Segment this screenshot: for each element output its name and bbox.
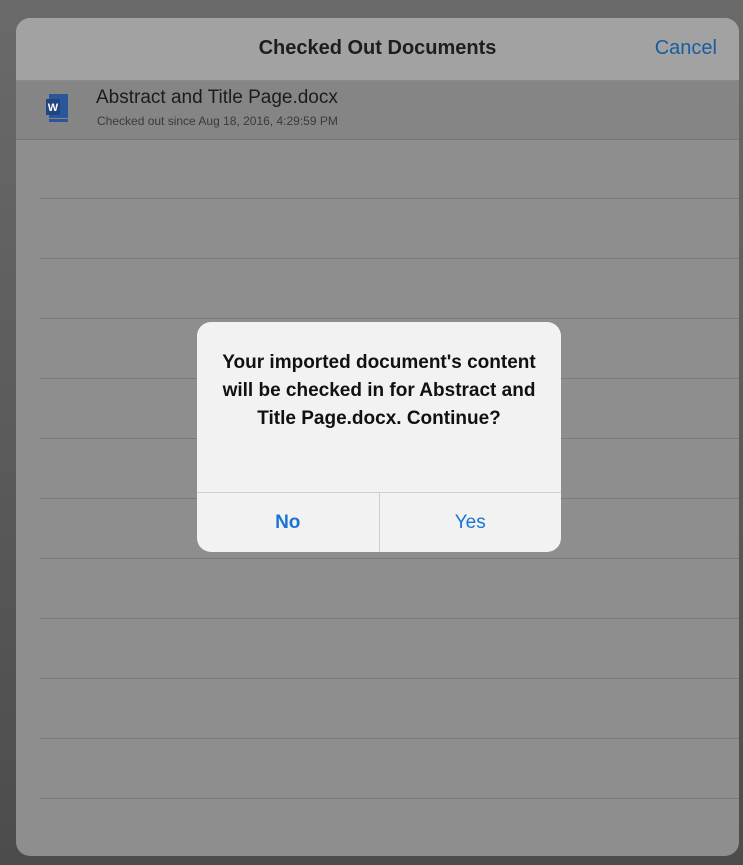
document-name: Abstract and Title Page.docx bbox=[96, 87, 338, 108]
list-item bbox=[40, 199, 739, 259]
document-checkout-time: Checked out since Aug 18, 2016, 4:29:59 … bbox=[97, 114, 338, 128]
word-document-icon: W bbox=[46, 94, 68, 122]
no-button[interactable]: No bbox=[197, 493, 380, 552]
list-item bbox=[40, 259, 739, 319]
list-item bbox=[40, 619, 739, 679]
list-item bbox=[40, 559, 739, 619]
navigation-bar: Checked Out Documents Cancel bbox=[16, 18, 739, 81]
svg-text:W: W bbox=[48, 102, 59, 114]
document-row[interactable]: W Abstract and Title Page.docx Checked o… bbox=[16, 81, 739, 140]
yes-button[interactable]: Yes bbox=[380, 493, 562, 552]
alert-message: Your imported document's content will be… bbox=[222, 352, 536, 429]
cancel-button[interactable]: Cancel bbox=[655, 37, 717, 60]
list-item bbox=[40, 679, 739, 739]
sheet-title: Checked Out Documents bbox=[258, 37, 497, 59]
alert-button-bar: No Yes bbox=[197, 492, 561, 552]
list-item bbox=[40, 139, 739, 199]
list-item bbox=[40, 739, 739, 799]
checkin-confirmation-alert: Your imported document's content will be… bbox=[197, 322, 561, 552]
